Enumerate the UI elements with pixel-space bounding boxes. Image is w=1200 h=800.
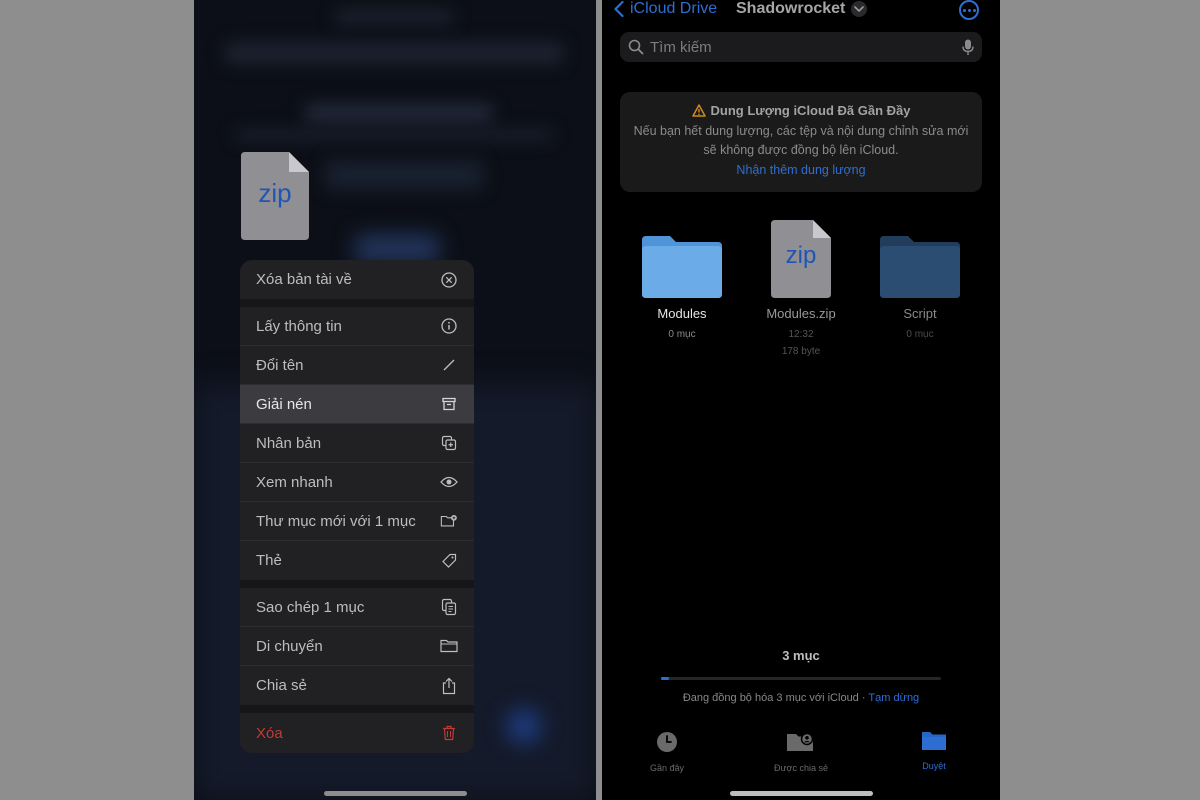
folder-title-menu[interactable]: Shadowrocket: [736, 0, 868, 18]
zip-badge-label: zip: [785, 242, 817, 269]
menu-item-delete[interactable]: Xóa: [240, 713, 474, 753]
folder-icon: [880, 236, 960, 298]
banner-body: Nếu bạn hết dung lượng, các tệp và nội d…: [633, 124, 969, 157]
trash-icon: [440, 724, 458, 742]
menu-item-duplicate[interactable]: Nhân bản: [240, 424, 474, 463]
warning-icon: [691, 104, 706, 117]
chevron-left-icon: [614, 1, 624, 17]
menu-item-move[interactable]: Di chuyển: [240, 627, 474, 666]
remove-download-icon: [440, 271, 458, 289]
search-icon: [628, 39, 644, 55]
file-name: Script: [903, 306, 937, 321]
pencil-icon: [440, 356, 458, 374]
menu-separator: [240, 299, 474, 307]
sync-status: Đang đồng bộ hóa 3 mục với iCloud · Tạm …: [682, 692, 920, 704]
item-count: 3 mục: [782, 648, 820, 663]
folder-icon: [642, 236, 722, 298]
get-more-storage-link[interactable]: Nhận thêm dung lượng: [620, 163, 982, 177]
chevron-down-icon: [851, 1, 868, 17]
zip-badge-label: zip: [258, 178, 292, 208]
home-indicator[interactable]: [324, 791, 467, 796]
shared-folder-icon: [787, 732, 814, 751]
folder-icon: [922, 732, 946, 750]
folder-badge-plus-icon: [440, 512, 458, 530]
clock-icon: [657, 732, 677, 752]
file-name: Modules: [657, 306, 707, 321]
tab-shared[interactable]: Được chia sẻ: [741, 730, 861, 773]
menu-item-quick-look[interactable]: Xem nhanh: [240, 463, 474, 502]
file-meta: 12:32 178 byte: [781, 329, 821, 357]
left-phone-screen: zip Xóa bản tài về Lấy thông tin Đổi tên…: [194, 0, 596, 800]
menu-item-rename[interactable]: Đổi tên: [240, 346, 474, 385]
share-icon: [440, 677, 458, 695]
menu-item-uncompress[interactable]: Giải nén: [240, 385, 474, 424]
context-menu: Xóa bản tài về Lấy thông tin Đổi tên Giả…: [240, 260, 474, 753]
tab-recents[interactable]: Gần đây: [607, 730, 727, 773]
duplicate-icon: [440, 434, 458, 452]
copy-icon: [440, 598, 458, 616]
info-icon: [440, 317, 458, 335]
search-input[interactable]: [644, 38, 962, 56]
zip-file-preview: zip: [241, 152, 309, 240]
right-phone-screen: iCloud Drive Shadowrocket Dung Lượng iCl…: [602, 0, 1000, 800]
file-meta: 0 mục: [668, 329, 696, 340]
page-title: Shadowrocket: [736, 0, 846, 17]
tag-icon: [440, 552, 458, 570]
home-indicator[interactable]: [730, 791, 873, 796]
pause-sync-button[interactable]: Tạm dừng: [868, 692, 919, 704]
sync-progress-bar: [661, 677, 941, 680]
folder-icon: [440, 637, 458, 655]
menu-separator: [240, 705, 474, 713]
menu-item-copy[interactable]: Sao chép 1 mục: [240, 588, 474, 627]
tab-bar: Gần đây Được chia sẻ Duyệt: [602, 730, 1000, 780]
banner-title: Dung Lượng iCloud Đã Gần Đầy: [710, 103, 911, 118]
menu-item-new-folder-with-item[interactable]: Thư mục mới với 1 mục: [240, 502, 474, 541]
eye-icon: [440, 473, 458, 491]
file-name: Modules.zip: [766, 306, 836, 321]
menu-item-share[interactable]: Chia sẻ: [240, 666, 474, 705]
file-meta: 0 mục: [906, 329, 934, 340]
archive-box-icon: [440, 395, 458, 413]
menu-item-get-info[interactable]: Lấy thông tin: [240, 307, 474, 346]
zip-document-icon: zip: [771, 220, 831, 298]
search-bar[interactable]: [620, 32, 982, 62]
menu-item-remove-download[interactable]: Xóa bản tài về: [240, 260, 474, 299]
microphone-icon[interactable]: [962, 39, 974, 56]
menu-item-tags[interactable]: Thẻ: [240, 541, 474, 580]
more-options-icon[interactable]: [959, 0, 979, 20]
sync-progress-fill: [661, 677, 670, 680]
storage-warning-banner: Dung Lượng iCloud Đã Gần Đầy Nếu bạn hết…: [620, 92, 982, 192]
back-button[interactable]: iCloud Drive: [614, 0, 717, 18]
navigation-bar: iCloud Drive Shadowrocket: [602, 0, 1000, 22]
tab-browse[interactable]: Duyệt: [874, 730, 994, 771]
menu-separator: [240, 580, 474, 588]
